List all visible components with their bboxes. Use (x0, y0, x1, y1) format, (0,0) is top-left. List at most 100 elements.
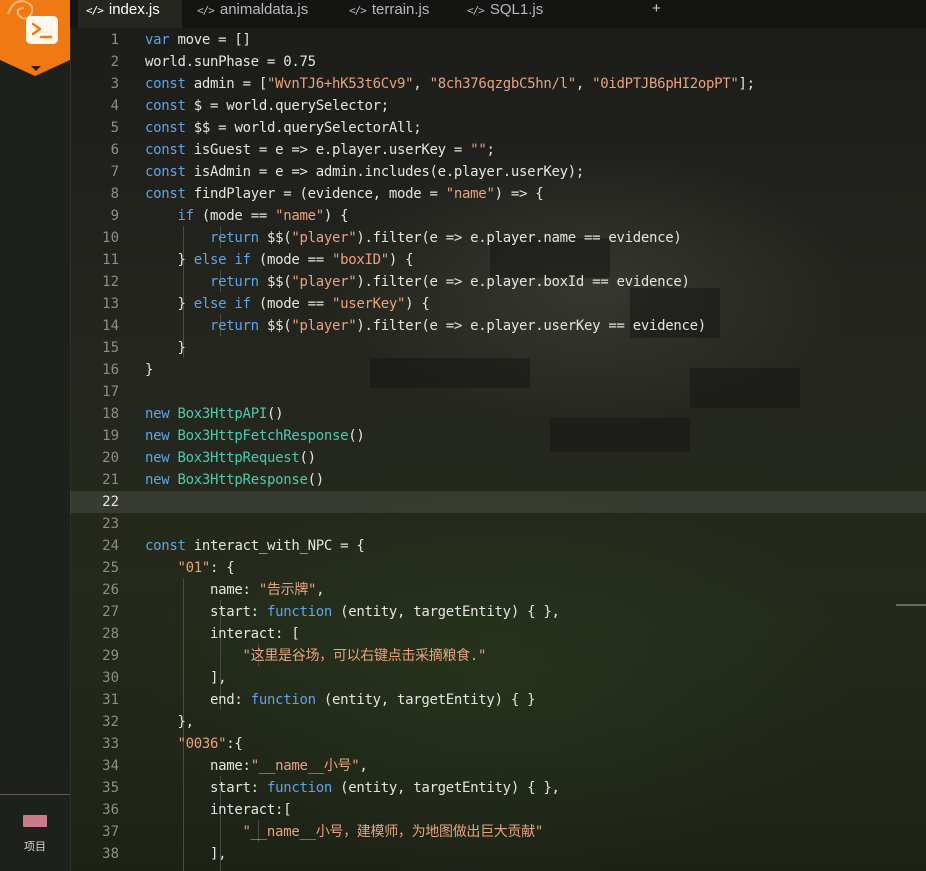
code-text: ], (145, 843, 227, 865)
logo-button[interactable] (0, 0, 70, 60)
code-token: new (145, 406, 170, 422)
code-token: (mode == (258, 252, 332, 268)
code-token: Box3HttpAPI (177, 406, 268, 422)
code-line[interactable]: 13 } else if (mode == "userKey") { (70, 293, 926, 315)
code-line[interactable]: 22 (70, 491, 926, 513)
code-token: findPlayer = (evidence, mode = (193, 186, 446, 202)
code-text: "01": { (145, 557, 235, 579)
code-token: ], (145, 670, 227, 686)
code-token: const (145, 98, 186, 114)
tab-animaldata-js[interactable]: </> animaldata.js (197, 0, 308, 28)
code-line[interactable]: 37 "__name__小号，建模师，为地图做出巨大贡献" (70, 821, 926, 843)
code-icon: </> (467, 4, 485, 17)
code-line[interactable]: 14 return $$("player").filter(e => e.pla… (70, 315, 926, 337)
code-token: interact: [ (145, 626, 300, 642)
code-line[interactable]: 27 start: function (entity, targetEntity… (70, 601, 926, 623)
code-line[interactable]: 29 "这里是谷场，可以右键点击采摘粮食." (70, 645, 926, 667)
code-line[interactable]: 31 end: function (entity, targetEntity) … (70, 689, 926, 711)
add-tab-button[interactable]: + (652, 0, 661, 20)
code-token: const (145, 142, 186, 158)
code-line[interactable]: 17 (70, 381, 926, 403)
code-token: "player" (291, 230, 357, 246)
project-icon[interactable] (23, 815, 47, 827)
code-line[interactable]: 7 const isAdmin = e => admin.includes(e.p… (70, 161, 926, 183)
code-token: : { (210, 560, 235, 576)
code-line[interactable]: 36 interact:[ (70, 799, 926, 821)
code-text: "__name__小号，建模师，为地图做出巨大贡献" (145, 821, 544, 843)
code-line[interactable]: 20 new Box3HttpRequest() (70, 447, 926, 469)
code-token: Box3HttpResponse (177, 472, 308, 488)
tab-sql1-js[interactable]: </> SQL1.js (467, 0, 543, 28)
code-token: end: (145, 692, 251, 708)
code-token: () (348, 428, 365, 444)
project-label[interactable]: 项目 (0, 838, 70, 854)
tab-terrain-js[interactable]: </> terrain.js (349, 0, 429, 28)
code-line[interactable]: 5 const $$ = world.querySelectorAll; (70, 117, 926, 139)
code-line[interactable]: 26 name: "告示牌", (70, 579, 926, 601)
code-token: name: (145, 758, 251, 774)
code-line[interactable]: 8 const findPlayer = (evidence, mode = "n… (70, 183, 926, 205)
line-number: 1 (110, 32, 119, 48)
line-number: 10 (102, 230, 119, 246)
code-line[interactable]: 10 return $$("player").filter(e => e.pla… (70, 227, 926, 249)
code-token: "name" (275, 208, 324, 224)
code-token: (mode == (201, 208, 276, 224)
code-line[interactable]: 16} (70, 359, 926, 381)
code-line[interactable]: 35 start: function (entity, targetEntity… (70, 777, 926, 799)
line-number: 13 (102, 296, 119, 312)
code-text: new Box3HttpAPI() (145, 403, 284, 425)
line-number: 38 (102, 846, 119, 862)
line-number: 15 (102, 340, 119, 356)
code-line[interactable]: 25 "01": { (70, 557, 926, 579)
code-token: $$ = world.querySelectorAll; (193, 120, 422, 136)
code-text: "这里是谷场，可以右键点击采摘粮食." (145, 645, 487, 667)
code-line[interactable]: 6 const isGuest = e => e.player.userKey =… (70, 139, 926, 161)
code-line[interactable]: 21 new Box3HttpResponse() (70, 469, 926, 491)
chevron-down-icon[interactable] (31, 66, 41, 71)
code-token: ; (486, 142, 495, 158)
code-text: return $$("player").filter(e => e.player… (145, 227, 682, 249)
line-number: 21 (102, 472, 119, 488)
code-line[interactable]: 12 return $$("player").filter(e => e.pla… (70, 271, 926, 293)
code-token: (entity, targetEntity) { }, (340, 604, 560, 620)
code-line[interactable]: 11 } else if (mode == "boxID") { (70, 249, 926, 271)
code-line[interactable]: 3 const admin = ["WvnTJ6+hK53t6Cv9", "8ch… (70, 73, 926, 95)
code-icon: </> (197, 4, 215, 17)
code-line[interactable]: 32 }, (70, 711, 926, 733)
code-token: , (575, 76, 593, 92)
code-line[interactable]: 38 ], (70, 843, 926, 865)
code-editor[interactable]: 1 var move = [] 2 world.sunPhase = 0.75 3 con… (70, 28, 926, 871)
code-line[interactable]: 30 ], (70, 667, 926, 689)
code-token: start: (145, 604, 267, 620)
code-text: } else if (mode == "boxID") { (145, 249, 414, 271)
line-number: 34 (102, 758, 119, 774)
tab-index-js[interactable]: </> index.js (78, 0, 182, 28)
line-number: 33 (102, 736, 119, 752)
line-number: 12 (102, 274, 119, 290)
code-line[interactable]: 2 world.sunPhase = 0.75 (70, 51, 926, 73)
code-text: interact:[ (145, 799, 292, 821)
code-line[interactable]: 34 name:"__name__小号", (70, 755, 926, 777)
sidebar-divider (0, 794, 70, 795)
line-number: 35 (102, 780, 119, 796)
code-token: $$( (266, 318, 292, 334)
code-line[interactable]: 23 (70, 513, 926, 535)
code-line[interactable]: 4 const $ = world.querySelector; (70, 95, 926, 117)
code-line[interactable]: 1 var move = [] (70, 29, 926, 51)
code-text: start: function (entity, targetEntity) {… (145, 777, 560, 799)
code-text: new Box3HttpFetchResponse() (145, 425, 365, 447)
code-line[interactable]: 15 } (70, 337, 926, 359)
code-line[interactable]: 28 interact: [ (70, 623, 926, 645)
code-line[interactable]: 33 "0036":{ (70, 733, 926, 755)
code-token: , (359, 758, 368, 774)
code-token: () (266, 406, 284, 422)
code-token: "WvnTJ6+hK53t6Cv9" (266, 76, 414, 92)
code-line[interactable]: 24 const interact_with_NPC = { (70, 535, 926, 557)
code-line[interactable]: 9 if (mode == "name") { (70, 205, 926, 227)
code-line[interactable]: 19 new Box3HttpFetchResponse() (70, 425, 926, 447)
code-text: return $$("player").filter(e => e.player… (145, 271, 690, 293)
code-line[interactable]: 18 new Box3HttpAPI() (70, 403, 926, 425)
code-token: new (145, 450, 170, 466)
